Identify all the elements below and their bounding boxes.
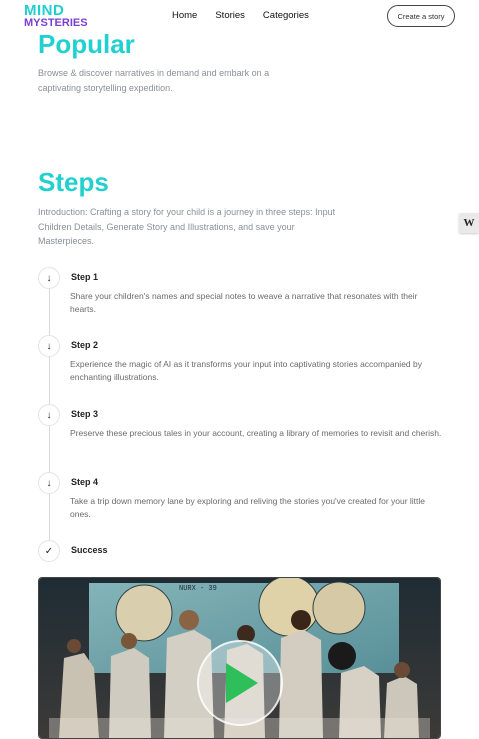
nav-link-stories[interactable]: Stories bbox=[215, 10, 245, 21]
logo-line-1: MIND bbox=[24, 2, 65, 19]
step-title: Step 1 bbox=[71, 272, 99, 282]
create-story-button[interactable]: Create a story bbox=[387, 5, 455, 27]
nav-link-home[interactable]: Home bbox=[172, 10, 197, 21]
play-button[interactable] bbox=[197, 640, 283, 726]
steps-intro: Introduction: Crafting a story for your … bbox=[38, 207, 336, 246]
step-title: Step 2 bbox=[71, 340, 99, 350]
video-player[interactable]: NURX - 39 bbox=[38, 577, 441, 739]
step-description: Experience the magic of AI as it transfo… bbox=[70, 359, 422, 382]
check-icon: ✓ bbox=[38, 540, 60, 562]
nav-links: Home Stories Categories bbox=[172, 10, 309, 21]
popular-heading: Popular bbox=[38, 29, 135, 59]
side-widget-button[interactable]: W bbox=[459, 213, 479, 233]
arrow-down-icon: ↓ bbox=[38, 267, 60, 289]
arrow-down-icon: ↓ bbox=[38, 404, 60, 426]
step-description: Take a trip down memory lane by explorin… bbox=[70, 496, 426, 519]
step-title: Step 3 bbox=[71, 409, 99, 419]
arrow-down-icon: ↓ bbox=[38, 335, 60, 357]
step-description: Share your children's names and special … bbox=[70, 291, 418, 314]
play-icon bbox=[226, 663, 258, 703]
nav-link-categories[interactable]: Categories bbox=[263, 10, 309, 21]
step-description: Preserve these precious tales in your ac… bbox=[70, 428, 442, 438]
popular-description: Browse & discover narratives in demand a… bbox=[38, 68, 270, 93]
steps-heading: Steps bbox=[38, 167, 109, 197]
step-title: Step 4 bbox=[71, 477, 99, 487]
step-title: Success bbox=[71, 545, 108, 555]
video-badge-text: NURX - 39 bbox=[179, 585, 217, 593]
arrow-down-icon: ↓ bbox=[38, 472, 60, 494]
